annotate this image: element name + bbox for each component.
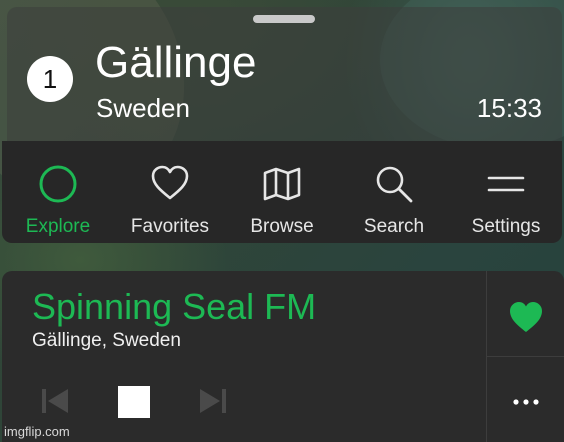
tab-browse[interactable]: Browse bbox=[226, 141, 338, 243]
city-name: Gällinge bbox=[95, 38, 257, 87]
drag-handle[interactable] bbox=[253, 15, 315, 23]
tab-search-label: Search bbox=[363, 216, 425, 237]
map-icon bbox=[263, 167, 301, 201]
local-time: 15:33 bbox=[476, 93, 542, 123]
tab-settings-label: Settings bbox=[471, 216, 541, 237]
circle-icon bbox=[39, 165, 77, 203]
station-location: Gällinge, Sweden bbox=[32, 330, 181, 351]
tab-explore-label: Explore bbox=[25, 216, 91, 237]
heart-outline-icon bbox=[151, 165, 189, 200]
tab-browse-label: Browse bbox=[250, 216, 314, 237]
station-name[interactable]: Spinning Seal FM bbox=[32, 287, 316, 327]
now-playing-panel: Spinning Seal FM Gällinge, Sweden bbox=[2, 271, 564, 442]
tab-settings[interactable]: Settings bbox=[450, 141, 562, 243]
watermark: imgflip.com bbox=[4, 424, 70, 439]
more-options-icon[interactable] bbox=[511, 397, 541, 407]
next-track-icon[interactable] bbox=[199, 388, 227, 414]
stop-button[interactable] bbox=[118, 386, 150, 418]
menu-icon bbox=[487, 176, 525, 192]
bottom-navigation: Explore Favorites Browse Search Settings bbox=[2, 141, 562, 243]
tab-search[interactable]: Search bbox=[338, 141, 450, 243]
favorite-heart-icon[interactable] bbox=[508, 300, 544, 334]
tab-explore[interactable]: Explore bbox=[2, 141, 114, 243]
tab-favorites[interactable]: Favorites bbox=[114, 141, 226, 243]
player-side-actions bbox=[486, 271, 564, 442]
country-name: Sweden bbox=[96, 93, 190, 123]
badge-number: 1 bbox=[42, 63, 58, 94]
previous-track-icon[interactable] bbox=[41, 388, 69, 414]
location-number-badge: 1 bbox=[27, 56, 73, 102]
search-icon bbox=[376, 166, 413, 203]
tab-favorites-label: Favorites bbox=[130, 216, 210, 237]
side-divider bbox=[487, 356, 564, 357]
